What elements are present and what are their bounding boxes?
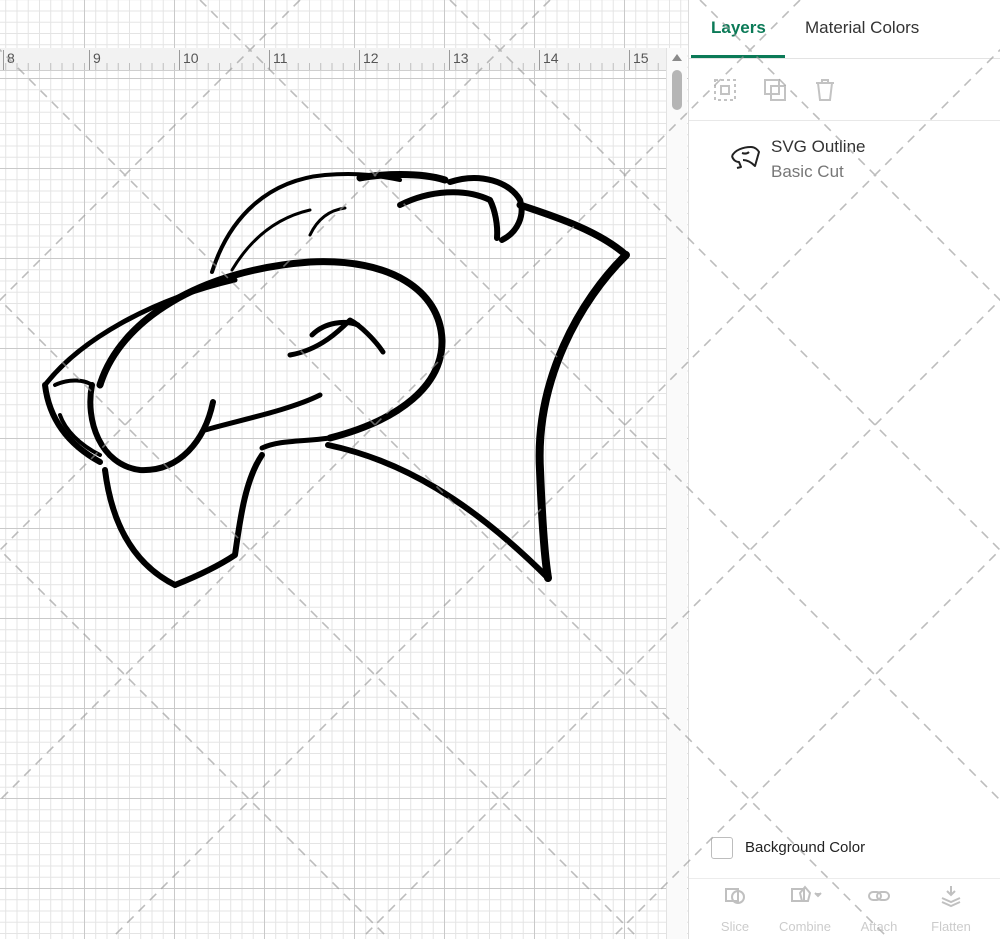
flatten-button[interactable]: Flatten: [921, 883, 981, 939]
attach-icon: [868, 891, 890, 901]
panther-head-icon: [729, 142, 761, 177]
scroll-up-arrow-icon[interactable]: [672, 54, 682, 61]
design-canvas[interactable]: 8 9 10 11 12 13 14 15: [0, 0, 688, 939]
bottom-actions-bar: Slice Combine Attach Flatten: [689, 878, 1000, 940]
combine-button[interactable]: Combine: [775, 883, 835, 939]
background-color-row: Background Color: [689, 828, 1000, 868]
panther-head-artwork[interactable]: [0, 0, 666, 939]
layer-operation: Basic Cut: [771, 162, 844, 181]
panel-tabs: Layers Material Colors: [689, 0, 1000, 59]
trash-icon[interactable]: [811, 76, 839, 104]
tab-layers[interactable]: Layers: [711, 18, 766, 38]
scrollbar-thumb[interactable]: [672, 70, 682, 110]
group-icon[interactable]: [711, 76, 739, 104]
vertical-scrollbar[interactable]: [666, 48, 687, 939]
flatten-label: Flatten: [931, 919, 971, 934]
slice-button[interactable]: Slice: [705, 883, 765, 939]
layer-title: SVG Outline: [771, 137, 866, 156]
background-color-checkbox[interactable]: [711, 837, 733, 859]
active-tab-indicator: [691, 55, 785, 58]
combine-label: Combine: [778, 919, 832, 934]
combine-icon: [791, 885, 822, 902]
flatten-icon: [941, 886, 961, 908]
duplicate-icon[interactable]: [761, 76, 789, 104]
slice-icon: [725, 888, 745, 904]
attach-label: Attach: [860, 919, 898, 934]
slice-label: Slice: [720, 919, 750, 934]
attach-button[interactable]: Attach: [849, 883, 909, 939]
layers-panel: Layers Material Colors SVG Outline Basic…: [688, 0, 1000, 939]
layer-item-svg-outline[interactable]: SVG Outline Basic Cut: [689, 124, 1000, 190]
background-color-label: Background Color: [745, 839, 866, 856]
layers-toolbar: [689, 60, 1000, 121]
tab-material-colors[interactable]: Material Colors: [805, 18, 919, 38]
